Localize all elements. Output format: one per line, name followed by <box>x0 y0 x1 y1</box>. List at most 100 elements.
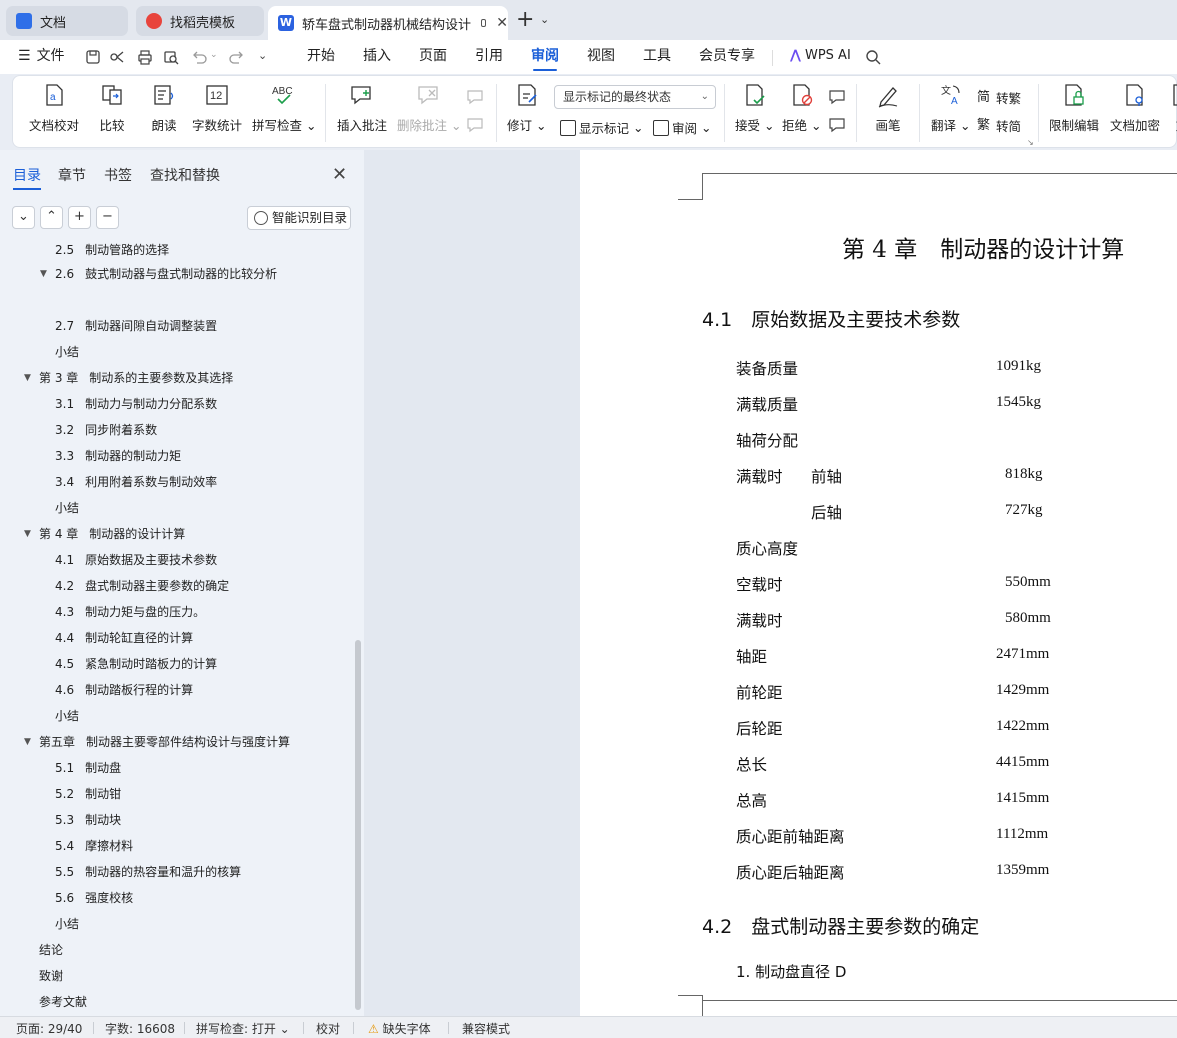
tab-document[interactable]: W 轿车盘式制动器机械结构设计 ✕ <box>268 6 508 40</box>
add-tab-icon[interactable]: + <box>516 9 534 31</box>
toc-item[interactable]: 小结 <box>55 342 79 362</box>
toc-item[interactable]: 5.2 制动钳 <box>55 784 121 804</box>
show-markup-button[interactable]: 显示标记 ⌄ <box>560 118 643 137</box>
toc-item[interactable]: 5.5 制动器的热容量和温升的核算 <box>55 862 241 882</box>
tab-doc[interactable]: 文档 <box>6 6 128 36</box>
doc-check-button[interactable]: a 文档校对 <box>29 82 79 134</box>
toc-item[interactable]: 第 3 章制动系的主要参数及其选择 <box>39 368 233 388</box>
toc-item[interactable]: 5.3 制动块 <box>55 810 121 830</box>
markup-state-select[interactable]: 显示标记的最终状态 ⌄ <box>554 85 716 109</box>
tab-toc[interactable]: 目录 <box>13 165 41 190</box>
tab-chapters[interactable]: 章节 <box>58 165 86 185</box>
toc-item[interactable]: 3.3 制动器的制动力矩 <box>55 446 181 466</box>
to-simplified-button[interactable]: 繁转简 <box>977 116 1021 135</box>
translate-button[interactable]: 文A 翻译 ⌄ <box>931 82 970 134</box>
window-icon[interactable] <box>481 19 487 27</box>
menu-start[interactable]: 开始 <box>307 40 335 74</box>
chevron-down-icon[interactable]: ⌄ <box>12 206 35 229</box>
menu-member[interactable]: 会员专享 <box>699 40 755 74</box>
expand-arrow-icon[interactable]: ▼ <box>40 264 47 284</box>
insert-comment-button[interactable]: 插入批注 <box>337 82 387 134</box>
menu-page[interactable]: 页面 <box>419 40 447 74</box>
word-count-indicator[interactable]: 字数: 16608 <box>105 1020 175 1037</box>
reject-button[interactable]: 拒绝 ⌄ <box>782 82 821 134</box>
toc-item[interactable]: 4.6 制动踏板行程的计算 <box>55 680 193 700</box>
add-icon[interactable]: + <box>68 206 91 229</box>
toc-item[interactable]: 5.4 摩擦材料 <box>55 836 133 856</box>
toc-item[interactable]: 小结 <box>55 498 79 518</box>
tab-docer[interactable]: 找稻壳模板 <box>136 6 264 36</box>
menu-view[interactable]: 视图 <box>587 40 615 74</box>
close-icon[interactable]: ✕ <box>332 164 347 185</box>
toc-item[interactable]: 4.1 原始数据及主要技术参数 <box>55 550 217 570</box>
revise-button[interactable]: 修订 ⌄ <box>507 82 546 134</box>
toc-item[interactable]: 第五章 制动器主要零部件结构设计与强度计算 <box>39 732 290 752</box>
chevron-down-icon[interactable]: ⌄ <box>540 13 549 26</box>
redo-icon[interactable] <box>228 48 246 66</box>
review-pane-button[interactable]: 审阅 ⌄ <box>653 118 711 137</box>
toc-item[interactable]: 2.5 制动管路的选择 <box>55 240 169 260</box>
menu-review[interactable]: 审阅 <box>531 40 559 74</box>
toc-item[interactable]: 参考文献 <box>39 992 87 1012</box>
toc-item[interactable]: 2.7 制动器间隙自动调整装置 <box>55 316 217 336</box>
toc-item[interactable]: 第 4 章制动器的设计计算 <box>39 524 185 544</box>
delete-comment-button[interactable]: 删除批注 ⌄ <box>397 82 461 134</box>
print-icon[interactable] <box>136 48 154 66</box>
expand-icon[interactable]: ↘ <box>1027 138 1034 147</box>
toc-item[interactable]: 5.6 强度校核 <box>55 888 133 908</box>
previous-comment-icon[interactable] <box>465 88 485 106</box>
to-traditional-button[interactable]: 简转繁 <box>977 88 1021 107</box>
toc-item[interactable]: 4.2 盘式制动器主要参数的确定 <box>55 576 229 596</box>
smart-toc-button[interactable]: 智能识别目录 <box>247 206 351 230</box>
proof-indicator[interactable]: 校对 <box>316 1020 340 1037</box>
wps-ai-button[interactable]: ⋀ WPS AI <box>790 40 851 74</box>
compare-button[interactable]: 比较 <box>99 82 125 134</box>
menu-insert[interactable]: 插入 <box>363 40 391 74</box>
word-count-button[interactable]: 12 字数统计 <box>192 82 242 134</box>
expand-arrow-icon[interactable]: ▼ <box>24 368 31 388</box>
scrollbar-thumb[interactable] <box>355 640 361 1010</box>
search-icon[interactable] <box>864 48 882 66</box>
toc-item[interactable]: 3.2 同步附着系数 <box>55 420 157 440</box>
page-indicator[interactable]: 页面: 29/40 <box>16 1020 82 1037</box>
pen-button[interactable]: 画笔 <box>875 82 901 134</box>
menu-reference[interactable]: 引用 <box>475 40 503 74</box>
restrict-edit-button[interactable]: 限制编辑 <box>1049 82 1099 134</box>
accept-button[interactable]: 接受 ⌄ <box>735 82 774 134</box>
save-icon[interactable] <box>84 48 102 66</box>
share-icon[interactable] <box>108 48 126 66</box>
toc-item[interactable]: 结论 <box>39 940 63 960</box>
tab-find-replace[interactable]: 查找和替换 <box>150 165 220 185</box>
toc-item[interactable]: 致谢 <box>39 966 63 986</box>
toc-item[interactable]: 3.4 利用附着系数与制动效率 <box>55 472 217 492</box>
chevron-down-icon[interactable]: ⌄ <box>210 50 218 60</box>
toc-item[interactable]: 4.5 紧急制动时踏板力的计算 <box>55 654 217 674</box>
toc-item[interactable]: 2.6 鼓式制动器与盘式制动器的比较分析 <box>55 264 277 284</box>
doc-encrypt-button[interactable]: 文档加密 <box>1110 82 1160 134</box>
minus-icon[interactable]: − <box>96 206 119 229</box>
close-icon[interactable]: ✕ <box>496 15 508 31</box>
toc-item[interactable]: 小结 <box>55 706 79 726</box>
toc-item[interactable]: 小结 <box>55 914 79 934</box>
chevron-down-icon[interactable]: ⌄ <box>258 49 267 62</box>
expand-arrow-icon[interactable]: ▼ <box>24 732 31 752</box>
toc-item[interactable]: 4.3 制动力矩与盘的压力。 <box>55 602 205 622</box>
tab-bookmarks[interactable]: 书签 <box>104 165 132 185</box>
spell-check-indicator[interactable]: 拼写检查: 打开 ⌄ <box>196 1020 290 1037</box>
toc-item[interactable]: 5.1 制动盘 <box>55 758 121 778</box>
chevron-up-icon[interactable]: ⌃ <box>40 206 63 229</box>
expand-arrow-icon[interactable]: ▼ <box>24 524 31 544</box>
next-comment-icon[interactable] <box>465 116 485 134</box>
compat-mode-indicator[interactable]: 兼容模式 <box>462 1020 510 1037</box>
file-menu[interactable]: ☰ 文件 <box>18 40 65 74</box>
document-page[interactable]: 第 4 章 制动器的设计计算 4.1 原始数据及主要技术参数 装备质量 1091k… <box>580 150 1177 1016</box>
missing-font-indicator[interactable]: ⚠ 缺失字体 <box>368 1020 431 1037</box>
undo-icon[interactable] <box>190 48 208 66</box>
truncated-button[interactable]: 文 <box>1169 82 1177 134</box>
previous-change-icon[interactable] <box>827 88 847 106</box>
menu-tools[interactable]: 工具 <box>643 40 671 74</box>
toc-item[interactable]: 3.1 制动力与制动力分配系数 <box>55 394 217 414</box>
toc-item[interactable]: 4.4 制动轮缸直径的计算 <box>55 628 193 648</box>
print-preview-icon[interactable] <box>162 48 180 66</box>
read-aloud-button[interactable]: 朗读 <box>151 82 177 134</box>
